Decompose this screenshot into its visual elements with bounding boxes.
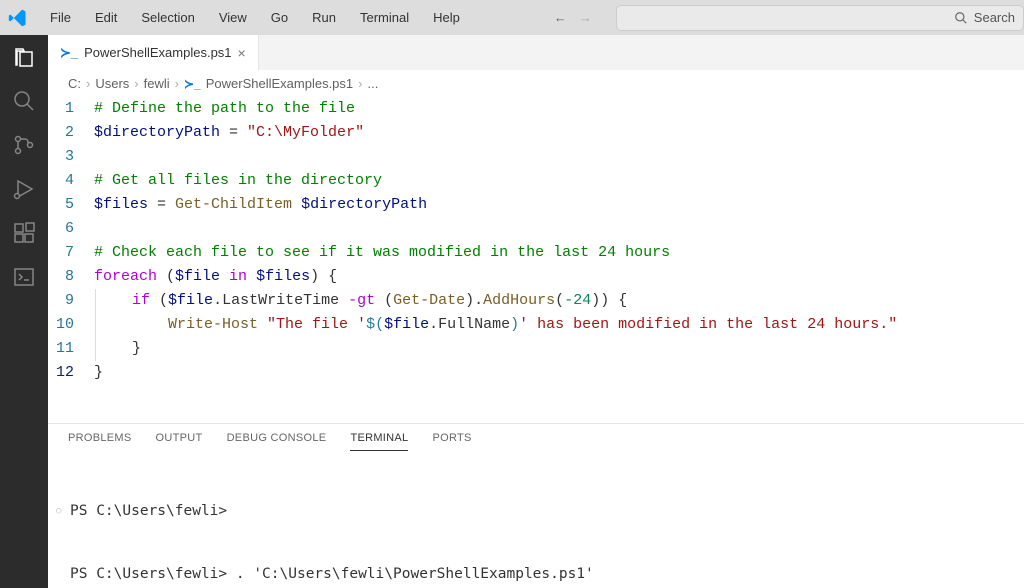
tab-ports[interactable]: PORTS: [432, 432, 471, 451]
code-operator: -gt: [348, 292, 375, 309]
tab-debug-console[interactable]: DEBUG CONSOLE: [227, 432, 327, 451]
code-string: ' has been modified in the last 24 hours…: [519, 316, 897, 333]
menu-help[interactable]: Help: [423, 6, 470, 29]
bottom-panel: PROBLEMS OUTPUT DEBUG CONSOLE TERMINAL P…: [48, 423, 1024, 588]
tab-powershell-examples[interactable]: ≻_ PowerShellExamples.ps1 ×: [48, 35, 259, 70]
line-number: 10: [48, 313, 94, 337]
code-method: AddHours: [483, 292, 555, 309]
line-number: 8: [48, 265, 94, 289]
code-var: $file: [168, 292, 213, 309]
line-number: 7: [48, 241, 94, 265]
title-bar: File Edit Selection View Go Run Terminal…: [0, 0, 1024, 35]
powershell-file-icon: ≻_: [60, 45, 78, 61]
panel-tabs: PROBLEMS OUTPUT DEBUG CONSOLE TERMINAL P…: [48, 424, 1024, 451]
code-cmdlet: Get-ChildItem: [175, 196, 292, 213]
tab-bar: ≻_ PowerShellExamples.ps1 ×: [48, 35, 1024, 70]
code-var: $file: [384, 316, 429, 333]
code-keyword: in: [220, 268, 256, 285]
search-icon[interactable]: [12, 89, 36, 113]
source-control-icon[interactable]: [12, 133, 36, 157]
menu-run[interactable]: Run: [302, 6, 346, 29]
code-var: $files: [256, 268, 310, 285]
terminal-line: PS C:\Users\fewli> . 'C:\Users\fewli\Pow…: [70, 564, 594, 585]
breadcrumb-dots[interactable]: ...: [367, 76, 378, 91]
terminal-line: PS C:\Users\fewli>: [70, 501, 227, 522]
menu-file[interactable]: File: [40, 6, 81, 29]
editor-area: ≻_ PowerShellExamples.ps1 × C:› Users› f…: [48, 35, 1024, 588]
menu-terminal[interactable]: Terminal: [350, 6, 419, 29]
powershell-file-icon: ≻_: [184, 77, 201, 91]
line-number: 5: [48, 193, 94, 217]
line-number: 4: [48, 169, 94, 193]
code-number: -24: [564, 292, 591, 309]
tab-problems[interactable]: PROBLEMS: [68, 432, 132, 451]
code-var: $directoryPath: [292, 196, 427, 213]
nav-back-icon[interactable]: ←: [554, 10, 567, 25]
code-comment: # Get all files in the directory: [94, 172, 382, 189]
code-cmdlet: Write-Host: [168, 316, 258, 333]
menu-edit[interactable]: Edit: [85, 6, 127, 29]
line-number: 6: [48, 217, 94, 241]
breadcrumb-fewli[interactable]: fewli: [144, 76, 170, 91]
code-var: $directoryPath: [94, 124, 220, 141]
line-number: 9: [48, 289, 94, 313]
code-comment: # Check each file to see if it was modif…: [94, 244, 670, 261]
tab-terminal[interactable]: TERMINAL: [350, 432, 408, 451]
nav-arrows: ← →: [554, 10, 592, 25]
code-keyword: foreach: [94, 268, 157, 285]
activity-bar: [0, 35, 48, 588]
line-number: 12: [48, 361, 94, 385]
code-var: $files: [94, 196, 148, 213]
menu-view[interactable]: View: [209, 6, 257, 29]
code-comment: # Define the path to the file: [94, 100, 355, 117]
explorer-icon[interactable]: [12, 45, 36, 69]
search-placeholder: Search: [974, 10, 1015, 25]
terminal-panel-icon[interactable]: [12, 265, 36, 289]
line-number: 3: [48, 145, 94, 169]
extensions-icon[interactable]: [12, 221, 36, 245]
breadcrumb-c[interactable]: C:: [68, 76, 81, 91]
terminal-marker-icon: ○: [56, 501, 70, 522]
close-icon[interactable]: ×: [238, 45, 246, 61]
search-input[interactable]: Search: [616, 5, 1024, 31]
run-debug-icon[interactable]: [12, 177, 36, 201]
code-editor[interactable]: 1# Define the path to the file 2$directo…: [48, 97, 1024, 423]
line-number: 1: [48, 97, 94, 121]
code-keyword: if: [132, 292, 150, 309]
code-cmdlet: Get-Date: [393, 292, 465, 309]
code-string: "The file ': [267, 316, 366, 333]
tab-filename: PowerShellExamples.ps1: [84, 45, 231, 60]
main: ≻_ PowerShellExamples.ps1 × C:› Users› f…: [0, 35, 1024, 588]
search-icon: [954, 11, 968, 25]
line-number: 2: [48, 121, 94, 145]
tab-output[interactable]: OUTPUT: [156, 432, 203, 451]
breadcrumb-file[interactable]: PowerShellExamples.ps1: [206, 76, 353, 91]
nav-forward-icon[interactable]: →: [579, 10, 592, 25]
vscode-logo-icon: [8, 8, 28, 28]
menu-go[interactable]: Go: [261, 6, 298, 29]
code-var: $file: [175, 268, 220, 285]
breadcrumb[interactable]: C:› Users› fewli› ≻_ PowerShellExamples.…: [48, 70, 1024, 97]
code-string: "C:\MyFolder": [247, 124, 364, 141]
breadcrumb-users[interactable]: Users: [95, 76, 129, 91]
menu-selection[interactable]: Selection: [131, 6, 204, 29]
line-number: 11: [48, 337, 94, 361]
terminal-content[interactable]: ○PS C:\Users\fewli> PS C:\Users\fewli> .…: [48, 451, 1024, 588]
